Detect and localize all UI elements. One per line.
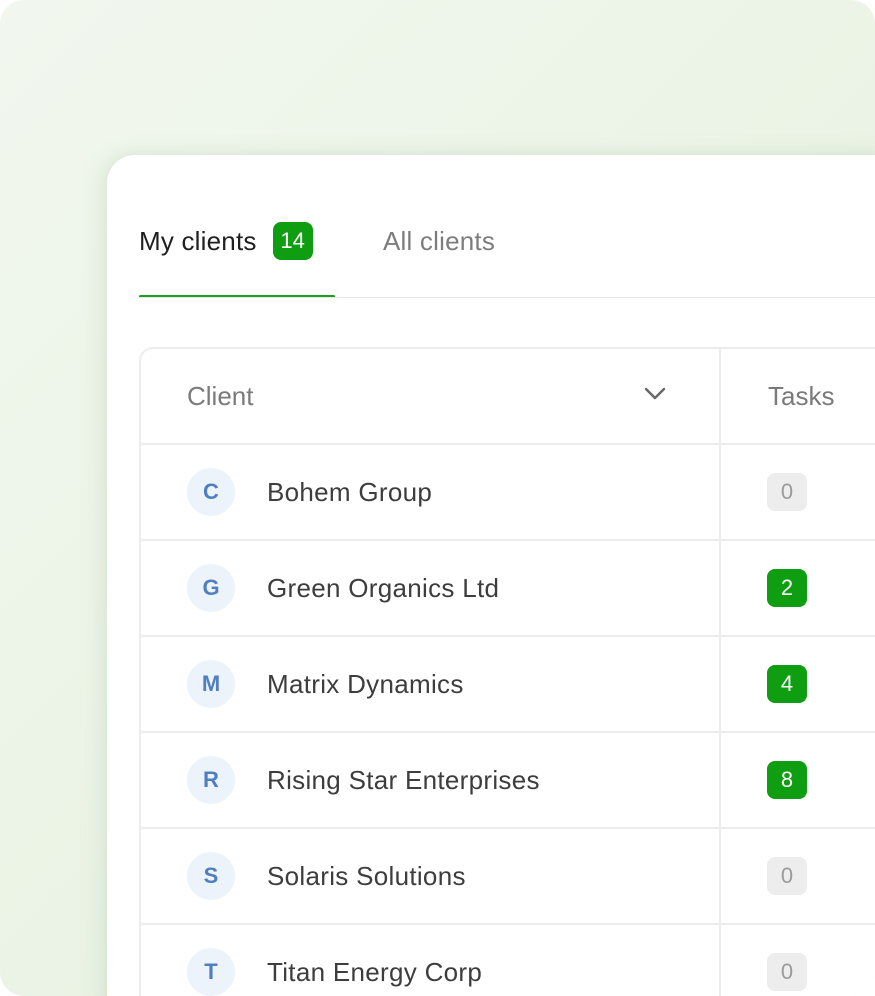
avatar: R [187, 756, 235, 804]
client-name[interactable]: Solaris Solutions [267, 861, 466, 892]
client-cell: R Rising Star Enterprises [141, 733, 721, 827]
column-header-tasks[interactable]: Tasks [721, 349, 875, 443]
client-name[interactable]: Green Organics Ltd [267, 573, 499, 604]
chevron-down-icon[interactable] [644, 386, 666, 402]
task-count-badge: 4 [767, 665, 807, 703]
client-cell: M Matrix Dynamics [141, 637, 721, 731]
client-cell: T Titan Energy Corp [141, 925, 721, 996]
avatar: M [187, 660, 235, 708]
tab-label: My clients [139, 226, 257, 256]
client-cell: C Bohem Group [141, 445, 721, 539]
client-name[interactable]: Bohem Group [267, 477, 432, 508]
client-name[interactable]: Matrix Dynamics [267, 669, 464, 700]
table-row[interactable]: S Solaris Solutions 0 [141, 829, 875, 925]
table-row[interactable]: M Matrix Dynamics 4 [141, 637, 875, 733]
avatar: C [187, 468, 235, 516]
tabs-divider [139, 297, 875, 298]
tab-my-clients[interactable]: My clients 14 [139, 221, 335, 298]
avatar: G [187, 564, 235, 612]
tab-label: All clients [383, 226, 496, 256]
table-header: Client Tasks [141, 349, 875, 445]
client-cell: G Green Organics Ltd [141, 541, 721, 635]
app-frame: My clients 14 All clients Client Tasks C… [0, 0, 875, 996]
table-row[interactable]: C Bohem Group 0 [141, 445, 875, 541]
client-cell: S Solaris Solutions [141, 829, 721, 923]
tasks-cell: 4 [721, 637, 875, 731]
tasks-cell: 2 [721, 541, 875, 635]
client-name[interactable]: Titan Energy Corp [267, 957, 482, 988]
table-row[interactable]: R Rising Star Enterprises 8 [141, 733, 875, 829]
task-count-badge: 2 [767, 569, 807, 607]
clients-table: Client Tasks C Bohem Group 0 G Green Org… [139, 347, 875, 996]
tab-count-badge: 14 [272, 222, 313, 260]
task-count-badge: 0 [767, 473, 807, 511]
client-tabs: My clients 14 All clients [139, 221, 875, 299]
client-name[interactable]: Rising Star Enterprises [267, 765, 540, 796]
tab-all-clients[interactable]: All clients [383, 221, 495, 298]
clients-panel: My clients 14 All clients Client Tasks C… [107, 155, 875, 996]
column-header-label: Tasks [768, 380, 835, 411]
tasks-cell: 0 [721, 445, 875, 539]
table-body: C Bohem Group 0 G Green Organics Ltd 2 M… [141, 445, 875, 996]
column-header-client[interactable]: Client [141, 349, 721, 443]
task-count-badge: 0 [767, 953, 807, 991]
tasks-cell: 0 [721, 829, 875, 923]
tasks-cell: 0 [721, 925, 875, 996]
avatar: T [187, 948, 235, 996]
table-row[interactable]: T Titan Energy Corp 0 [141, 925, 875, 996]
table-row[interactable]: G Green Organics Ltd 2 [141, 541, 875, 637]
column-header-label: Client [187, 380, 254, 411]
task-count-badge: 8 [767, 761, 807, 799]
avatar: S [187, 852, 235, 900]
tasks-cell: 8 [721, 733, 875, 827]
task-count-badge: 0 [767, 857, 807, 895]
